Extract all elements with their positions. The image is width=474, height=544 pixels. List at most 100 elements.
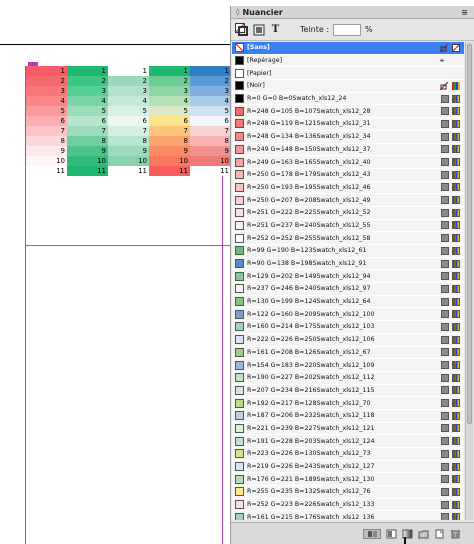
panel-title-bar[interactable]: ◊ Nuancier ≡ [231,6,474,19]
swatch-row[interactable]: R=190 G=227 B=202Swatch_xls12_112 [232,372,464,385]
swatch-row[interactable]: R=252 G=223 B=226Swatch_xls12_133 [232,499,464,512]
table-cell[interactable]: 9 [108,146,149,156]
table-cell[interactable]: 10 [26,156,67,166]
swatch-row[interactable]: R=251 G=222 B=225Swatch_xls12_52 [232,207,464,220]
table-cell[interactable]: 5 [67,106,108,116]
swatch-row[interactable]: R=221 G=239 B=227Swatch_xls12_121 [232,423,464,436]
swatch-row[interactable]: R=191 G=228 B=203Swatch_xls12_124 [232,435,464,448]
table-cell[interactable]: 2 [108,76,149,86]
table-cell[interactable]: 2 [67,76,108,86]
table-cell[interactable]: 5 [26,106,67,116]
swatch-row[interactable]: R=160 G=214 B=175Swatch_xls12_103 [232,321,464,334]
show-color-swatches-icon[interactable] [386,529,397,539]
table-cell[interactable]: 4 [67,96,108,106]
swatch-row[interactable]: R=251 G=237 B=240Swatch_xls12_55 [232,220,464,233]
table-cell[interactable]: 4 [26,96,67,106]
collapse-icon[interactable]: ◊ [236,8,239,16]
table-cell[interactable]: 9 [67,146,108,156]
swatch-row[interactable]: R=0 G=0 B=0Swatch_xls12_24 [232,93,464,106]
swatch-row[interactable]: R=90 G=138 B=198Swatch_xls12_91 [232,258,464,271]
table-cell[interactable]: 6 [190,116,231,126]
formatting-container-icon[interactable] [252,23,265,36]
table-cell[interactable]: 11 [26,166,67,176]
swatch-row[interactable]: R=130 G=199 B=124Swatch_xls12_64 [232,296,464,309]
table-cell[interactable]: 7 [149,126,190,136]
table-cell[interactable]: 3 [108,86,149,96]
table-cell[interactable]: 5 [108,106,149,116]
table-cell[interactable]: 2 [26,76,67,86]
new-swatch-icon[interactable] [434,529,445,539]
table-cell[interactable]: 11 [190,166,231,176]
table-cell[interactable]: 1 [67,66,108,76]
table-cell[interactable]: 10 [149,156,190,166]
swatch-row[interactable]: R=249 G=163 B=165Swatch_xls12_40 [232,156,464,169]
scroll-thumb[interactable] [467,44,472,424]
table-cell[interactable]: 3 [149,86,190,96]
swatch-row[interactable]: R=252 G=252 B=255Swatch_xls12_58 [232,232,464,245]
table-cell[interactable]: 7 [67,126,108,136]
table-cell[interactable]: 8 [190,136,231,146]
table-cell[interactable]: 7 [26,126,67,136]
swatch-row[interactable]: R=249 G=148 B=150Swatch_xls12_37 [232,144,464,157]
panel-menu-icon[interactable]: ≡ [461,8,468,17]
swatch-row[interactable]: R=176 G=221 B=189Swatch_xls12_130 [232,473,464,487]
swatch-row[interactable]: R=255 G=235 B=132Swatch_xls12_76 [232,486,464,499]
swatch-row[interactable]: [Sans] [232,42,464,55]
table-cell[interactable]: 11 [108,166,149,176]
table-cell[interactable]: 6 [67,116,108,126]
document-table[interactable]: 1111122222333334444455555666667777788888… [26,66,231,176]
new-color-group-icon[interactable] [418,529,429,539]
table-cell[interactable]: 6 [108,116,149,126]
swatch-row[interactable]: R=219 G=226 B=243Swatch_xls12_127 [232,461,464,474]
swatch-row[interactable]: R=250 G=207 B=208Swatch_xls12_49 [232,194,464,207]
swatch-row[interactable]: R=154 G=183 B=220Swatch_xls12_109 [232,359,464,372]
table-cell[interactable]: 2 [190,76,231,86]
table-cell[interactable]: 9 [190,146,231,156]
table-cell[interactable]: 7 [108,126,149,136]
swatch-row[interactable]: R=248 G=134 B=136Swatch_xls12_34 [232,131,464,144]
tint-input[interactable] [333,23,362,36]
swatch-row[interactable]: R=192 G=217 B=128Swatch_xls12_70 [232,397,464,410]
table-cell[interactable]: 6 [26,116,67,126]
table-cell[interactable]: 8 [67,136,108,146]
table-cell[interactable]: 9 [149,146,190,156]
swatch-row[interactable]: R=129 G=202 B=149Swatch_xls12_94 [232,270,464,284]
table-cell[interactable]: 1 [108,66,149,76]
swatch-row[interactable]: R=122 G=160 B=209Swatch_xls12_100 [232,308,464,322]
table-cell[interactable]: 1 [190,66,231,76]
table-cell[interactable]: 10 [67,156,108,166]
table-cell[interactable]: 4 [108,96,149,106]
table-cell[interactable]: 3 [26,86,67,96]
swatch-row[interactable]: R=223 G=226 B=130Swatch_xls12_73 [232,448,464,461]
table-cell[interactable]: 1 [149,66,190,76]
table-cell[interactable]: 5 [149,106,190,116]
swatch-row[interactable]: [Papier] [232,67,464,81]
swatch-row[interactable]: R=250 G=193 B=195Swatch_xls12_46 [232,182,464,195]
swatch-row[interactable]: R=237 G=246 B=240Swatch_xls12_97 [232,283,464,296]
table-cell[interactable]: 8 [108,136,149,146]
table-cell[interactable]: 4 [190,96,231,106]
table-cell[interactable]: 10 [190,156,231,166]
swatch-row[interactable]: R=99 G=190 B=123Swatch_xls12_61 [232,245,464,258]
table-cell[interactable]: 1 [26,66,67,76]
swatch-row[interactable]: R=222 G=226 B=250Swatch_xls12_106 [232,334,464,347]
table-cell[interactable]: 7 [190,126,231,136]
swatch-row[interactable]: [Repérage] ⌖ [232,55,464,68]
show-all-swatches-icon[interactable] [363,528,381,539]
formatting-text-icon[interactable]: T [269,23,282,36]
table-cell[interactable]: 10 [108,156,149,166]
delete-swatch-icon[interactable] [450,529,461,539]
swatch-row[interactable]: R=207 G=234 B=216Swatch_xls12_115 [232,385,464,398]
table-cell[interactable]: 8 [149,136,190,146]
fill-stroke-icon[interactable] [235,23,248,36]
table-cell[interactable]: 4 [149,96,190,106]
table-cell[interactable]: 9 [26,146,67,156]
swatch-row[interactable]: R=161 G=215 B=176Swatch_xls12_136 [232,511,464,520]
table-cell[interactable]: 11 [67,166,108,176]
swatch-row[interactable]: R=187 G=206 B=232Swatch_xls12_118 [232,410,464,423]
swatch-row[interactable]: R=248 G=105 B=107Swatch_xls12_28 [232,105,464,119]
table-cell[interactable]: 8 [26,136,67,146]
table-cell[interactable]: 2 [149,76,190,86]
table-cell[interactable]: 11 [149,166,190,176]
swatch-row[interactable]: [Noir] [232,80,464,93]
